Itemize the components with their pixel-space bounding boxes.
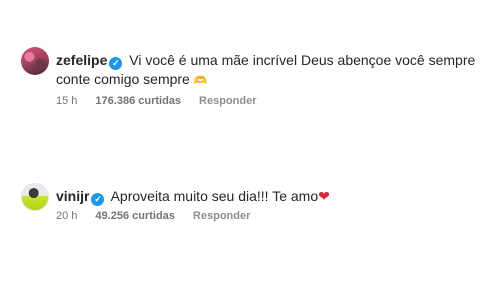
comment-meta: 15 h 176.386 curtidas Responder: [56, 95, 491, 107]
heart-emoji-icon: ❤: [318, 188, 330, 204]
avatar-zefelipe[interactable]: [21, 47, 49, 75]
comment-time: 20 h: [56, 210, 78, 222]
comment-text: Aproveita muito seu dia!!! Te amo: [110, 188, 319, 204]
username[interactable]: zefelipe: [56, 52, 107, 68]
comment-meta: 20 h 49.256 curtidas Responder: [56, 210, 491, 222]
avatar-vinijr[interactable]: [21, 183, 49, 211]
comment-text-line: vinijr ✓ Aproveita muito seu dia!!! Te am…: [56, 187, 491, 206]
comment-time: 15 h: [56, 95, 78, 107]
comment-likes[interactable]: 176.386 curtidas: [95, 95, 181, 107]
comment-text-line: zefelipe ✓ Vi você é uma mãe incrível Deu…: [56, 51, 491, 91]
verified-badge-icon: ✓: [91, 193, 105, 206]
verified-badge-icon: ✓: [109, 57, 123, 70]
comment-body: vinijr ✓ Aproveita muito seu dia!!! Te am…: [56, 187, 491, 222]
username[interactable]: vinijr: [56, 188, 89, 204]
comment-body: zefelipe ✓ Vi você é uma mãe incrível Deu…: [56, 51, 491, 107]
reply-button[interactable]: Responder: [193, 210, 250, 222]
hands-heart-emoji-icon: 🫶: [193, 75, 208, 87]
reply-button[interactable]: Responder: [199, 95, 256, 107]
comment-likes[interactable]: 49.256 curtidas: [95, 210, 175, 222]
